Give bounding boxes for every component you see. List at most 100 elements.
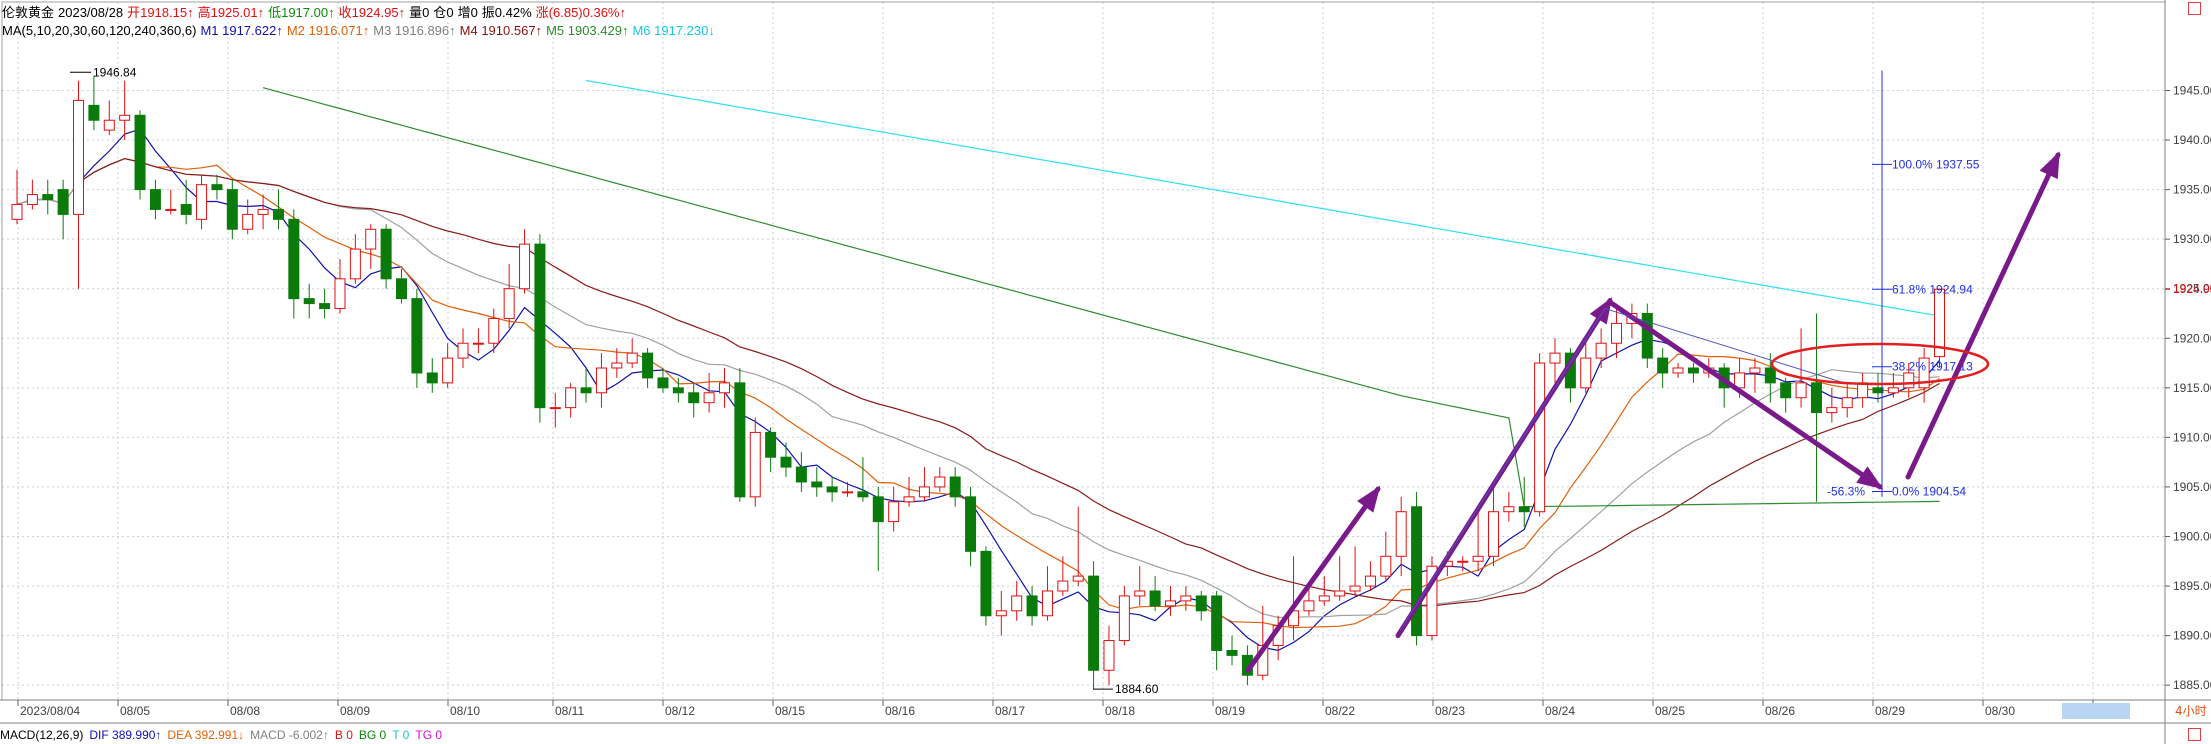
candle-body [211, 184, 223, 191]
timeframe-label: 4小时 [2175, 704, 2207, 718]
macd-dea: DEA 392.991↓ [167, 728, 245, 742]
chart-svg[interactable]: 1885.00 1890.00 1895.00 1900.00 1905.00 1910.… [0, 0, 2211, 744]
candle-body [149, 189, 161, 210]
candle-body [1795, 382, 1807, 399]
candle-body [349, 248, 361, 280]
candle-body [765, 431, 777, 458]
candle-body [42, 194, 54, 201]
macd-t: T 0 [392, 728, 410, 742]
candle-body [288, 218, 300, 300]
candle-body [134, 114, 146, 191]
candle-body [1334, 590, 1346, 597]
close-price: 收1924.95↑ [338, 5, 406, 20]
y-tick-label: 1895.00 [2173, 579, 2211, 593]
candle-body [1226, 649, 1238, 656]
macd-tg: TG 0 [415, 728, 443, 742]
instrument-name: 伦敦黄金 [2, 5, 55, 20]
x-tick-label: 2023/08/04 [20, 704, 80, 718]
fib-extension-label: -56.3% [1827, 484, 1865, 498]
x-tick-label: 08/16 [885, 704, 915, 718]
macd-value: MACD -6.002↑ [250, 728, 329, 742]
candle-body [242, 213, 254, 230]
candle-body [1395, 511, 1407, 557]
candle-body [980, 550, 992, 617]
x-tick-label: 08/12 [665, 704, 695, 718]
candle-body [811, 481, 823, 488]
candle-body [196, 184, 208, 220]
x-tick-label: 08/09 [340, 704, 370, 718]
candle-body [1595, 342, 1607, 359]
quote-header: 伦敦黄金 2023/08/28 开1918.15↑ 高1925.01↑ 低1917.00… [2, 4, 630, 21]
x-tick-label: 08/08 [230, 704, 260, 718]
increase: 增0 [457, 5, 478, 20]
x-tick-label: 08/18 [1105, 704, 1135, 718]
y-tick-label: 1910.00 [2173, 430, 2211, 444]
ma-m3: M3 1916.896↑ [373, 23, 456, 38]
candle-body [380, 228, 392, 280]
ma-m2-line [16, 157, 1940, 629]
macd-params: MACD(12,26,9) [0, 728, 84, 742]
candle-body [826, 486, 838, 493]
arrow-up-1 [1245, 486, 1381, 673]
y-tick-label: 1945.00 [2173, 84, 2211, 98]
candle-body [780, 456, 792, 468]
x-tick-label: 08/22 [1325, 704, 1355, 718]
candle-body [1088, 575, 1100, 671]
x-tick-label: 08/05 [120, 704, 150, 718]
candle-body [1872, 387, 1884, 394]
open-price: 开1918.15↑ [127, 5, 194, 20]
y-tick-label: 1915.00 [2173, 381, 2211, 395]
macd-restore-button[interactable] [2188, 728, 2201, 741]
candle-body [488, 317, 500, 344]
chart-labels: 1946.84 1884.60 [70, 65, 1159, 696]
candle-body [1503, 506, 1515, 513]
ma-m6: M6 1917.230↓ [632, 23, 715, 38]
candle-body [1580, 357, 1592, 389]
restore-window-button[interactable] [2188, 2, 2201, 15]
candle-body [103, 119, 115, 131]
candle-body [1149, 590, 1161, 607]
high-price-label: 1946.84 [93, 65, 137, 79]
candle-body [1118, 595, 1130, 642]
x-tick-label: 08/24 [1545, 704, 1575, 718]
candle-body [1611, 322, 1623, 344]
low-price: 低1917.00↑ [268, 5, 335, 20]
current-price-label: 1924.95 [2173, 282, 2211, 296]
candle-body [426, 372, 438, 384]
candle-body [934, 476, 946, 488]
ma-m5: M5 1903.429↑ [546, 23, 629, 38]
y-tick-label: 1940.00 [2173, 133, 2211, 147]
fib-level-label: 100.0% 1937.55 [1892, 157, 1980, 171]
fib-level-label: 0.0% 1904.54 [1892, 484, 1966, 498]
candle-body [365, 228, 377, 250]
candle-body [703, 392, 715, 404]
ma-m1: M1 1917.622↑ [200, 23, 283, 38]
candle-body [1749, 367, 1761, 374]
low-price-label: 1884.60 [1115, 682, 1159, 696]
arrow-up-1-head [1357, 485, 1381, 513]
candle-body [718, 382, 730, 394]
macd-legend: MACD(12,26,9) DIF 389.990↑ DEA 392.991↓ MAC… [0, 728, 448, 742]
candle-body [611, 362, 623, 369]
candle-body [1041, 590, 1053, 617]
candle-body [442, 357, 454, 384]
candle-body [1487, 511, 1499, 557]
arrow-down [1609, 301, 1883, 490]
candle-body [918, 486, 930, 498]
candle-body [949, 476, 961, 498]
chart-axes: 1885.00 1890.00 1895.00 1900.00 1905.00 1910.… [0, 0, 2211, 744]
candle-body [1364, 575, 1376, 587]
y-tick-label: 1920.00 [2173, 331, 2211, 345]
candle-body [1518, 506, 1530, 513]
candle-body [396, 278, 407, 300]
candle-body [688, 392, 700, 404]
amplitude: 振0.42% [481, 5, 532, 20]
candle-body [672, 387, 684, 394]
candle-body [26, 194, 38, 205]
candle-body [119, 114, 131, 121]
candle-body [165, 208, 177, 211]
candle-body [1318, 595, 1330, 602]
candle-body [580, 387, 592, 394]
candle-body [1457, 560, 1469, 563]
candle-body [1303, 600, 1315, 612]
